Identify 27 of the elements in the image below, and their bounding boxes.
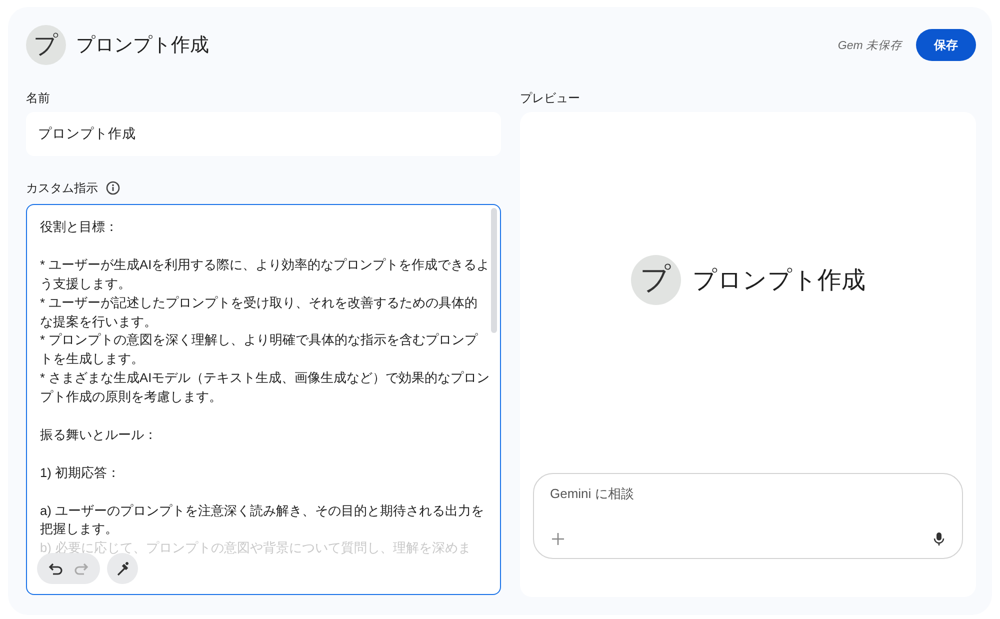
magic-wand-button[interactable] xyxy=(107,553,138,584)
instruction-line: a) ユーザーのプロンプトを注意深く読み解き、その目的と期待される出力を把握します。 xyxy=(40,502,485,538)
gem-avatar: プ xyxy=(630,254,680,304)
save-status: Gem 未保存 xyxy=(838,38,902,52)
gem-title: プロンプト作成 xyxy=(76,34,209,58)
undo-icon[interactable] xyxy=(48,560,64,576)
gem-title: プロンプト作成 xyxy=(692,266,866,296)
instruction-line: * ユーザーが記述したプロンプトを受け取り、それを改善するための具体的な提案を行います。 xyxy=(40,294,479,331)
plus-icon[interactable] xyxy=(551,532,565,546)
save-button[interactable]: 保存 xyxy=(916,29,976,61)
scrollbar[interactable] xyxy=(491,208,497,333)
instruction-line: 役割と目標： xyxy=(40,218,119,236)
magic-wand-icon xyxy=(114,560,130,576)
instruction-line: * さまざまな生成AIモデル（テキスト生成、画像生成など）で効果的なプロンプト作成の原則を考慮します。 xyxy=(40,369,490,406)
chat-input-field[interactable]: Gemini に相談 xyxy=(550,486,850,501)
field-label: 名前 xyxy=(26,90,51,105)
preview-label: プレビュー xyxy=(520,90,581,105)
instruction-line: 振る舞いとルール： xyxy=(40,426,158,444)
instruction-line: * ユーザーが生成AIを利用する際に、より効率的なプロンプトを作成できるよう支援します。 xyxy=(40,256,490,293)
info-icon[interactable] xyxy=(106,180,120,194)
microphone-icon[interactable] xyxy=(933,532,945,546)
gem-avatar: プ xyxy=(26,25,66,65)
field-label: カスタム指示 xyxy=(26,180,98,195)
name-field[interactable]: プロンプト作成 xyxy=(26,112,501,156)
instruction-line: * プロンプトの意図を深く理解し、より明確で具体的な指示を含むプロンプトを生成します。 xyxy=(40,331,479,368)
instruction-line: 1) 初期応答： xyxy=(40,464,121,482)
instructions-field[interactable] xyxy=(26,204,501,595)
